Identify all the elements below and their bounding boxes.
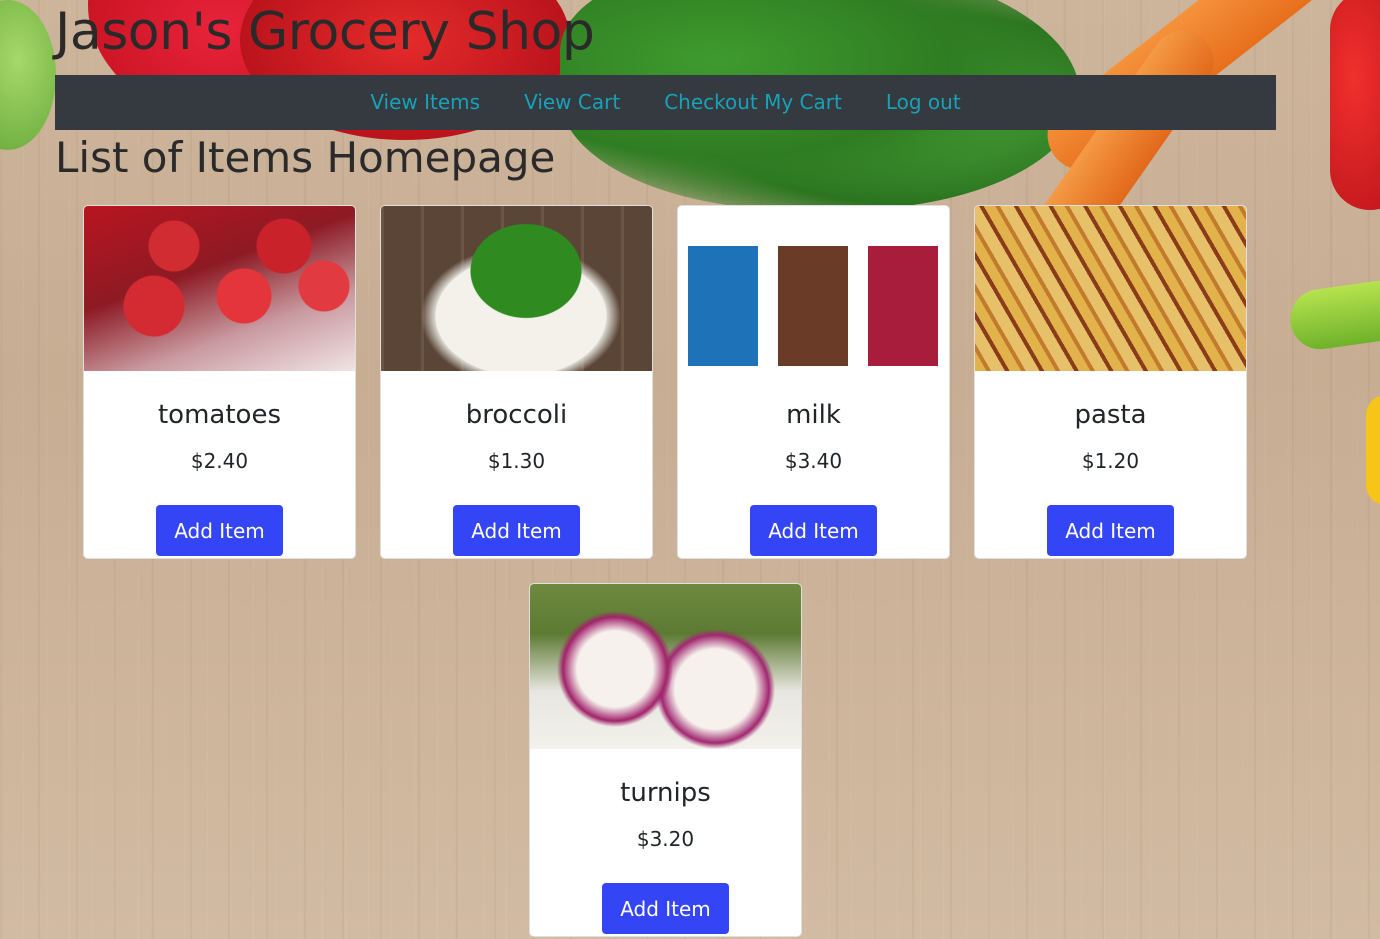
nav-view-cart[interactable]: View Cart — [524, 75, 620, 130]
add-item-button-turnips[interactable]: Add Item — [602, 883, 729, 934]
product-image-tomatoes — [84, 206, 355, 371]
site-title: Jason's Grocery Shop — [55, 2, 595, 62]
product-price: $3.20 — [636, 827, 695, 851]
product-price: $2.40 — [190, 449, 249, 473]
product-name: broccoli — [465, 400, 568, 430]
background-pepper — [1330, 0, 1380, 210]
background-vegetable — [0, 0, 56, 150]
add-item-button-tomatoes[interactable]: Add Item — [156, 505, 283, 556]
product-name: turnips — [620, 778, 711, 808]
product-price: $1.20 — [1081, 449, 1140, 473]
product-image-turnips — [530, 584, 801, 749]
product-price: $1.30 — [487, 449, 546, 473]
product-image-broccoli — [381, 206, 652, 371]
navbar: View Items View Cart Checkout My Cart Lo… — [55, 75, 1276, 130]
product-name: milk — [786, 400, 841, 430]
add-item-button-pasta[interactable]: Add Item — [1047, 505, 1174, 556]
product-card-milk: milk $3.40 Add Item — [677, 205, 950, 559]
product-name: pasta — [1074, 400, 1147, 430]
nav-log-out[interactable]: Log out — [886, 75, 961, 130]
nav-view-items[interactable]: View Items — [370, 75, 480, 130]
product-image-pasta — [975, 206, 1246, 371]
product-card-tomatoes: tomatoes $2.40 Add Item — [83, 205, 356, 559]
product-card-pasta: pasta $1.20 Add Item — [974, 205, 1247, 559]
product-card-turnips: turnips $3.20 Add Item — [529, 583, 802, 937]
nav-checkout-cart[interactable]: Checkout My Cart — [664, 75, 842, 130]
product-price: $3.40 — [784, 449, 843, 473]
add-item-button-milk[interactable]: Add Item — [750, 505, 877, 556]
add-item-button-broccoli[interactable]: Add Item — [453, 505, 580, 556]
background-vegetable — [1286, 276, 1380, 354]
page-heading: List of Items Homepage — [55, 133, 556, 182]
product-name: tomatoes — [157, 400, 281, 430]
product-card-broccoli: broccoli $1.30 Add Item — [380, 205, 653, 559]
background-vegetable — [1366, 395, 1380, 505]
product-image-milk — [678, 206, 949, 371]
